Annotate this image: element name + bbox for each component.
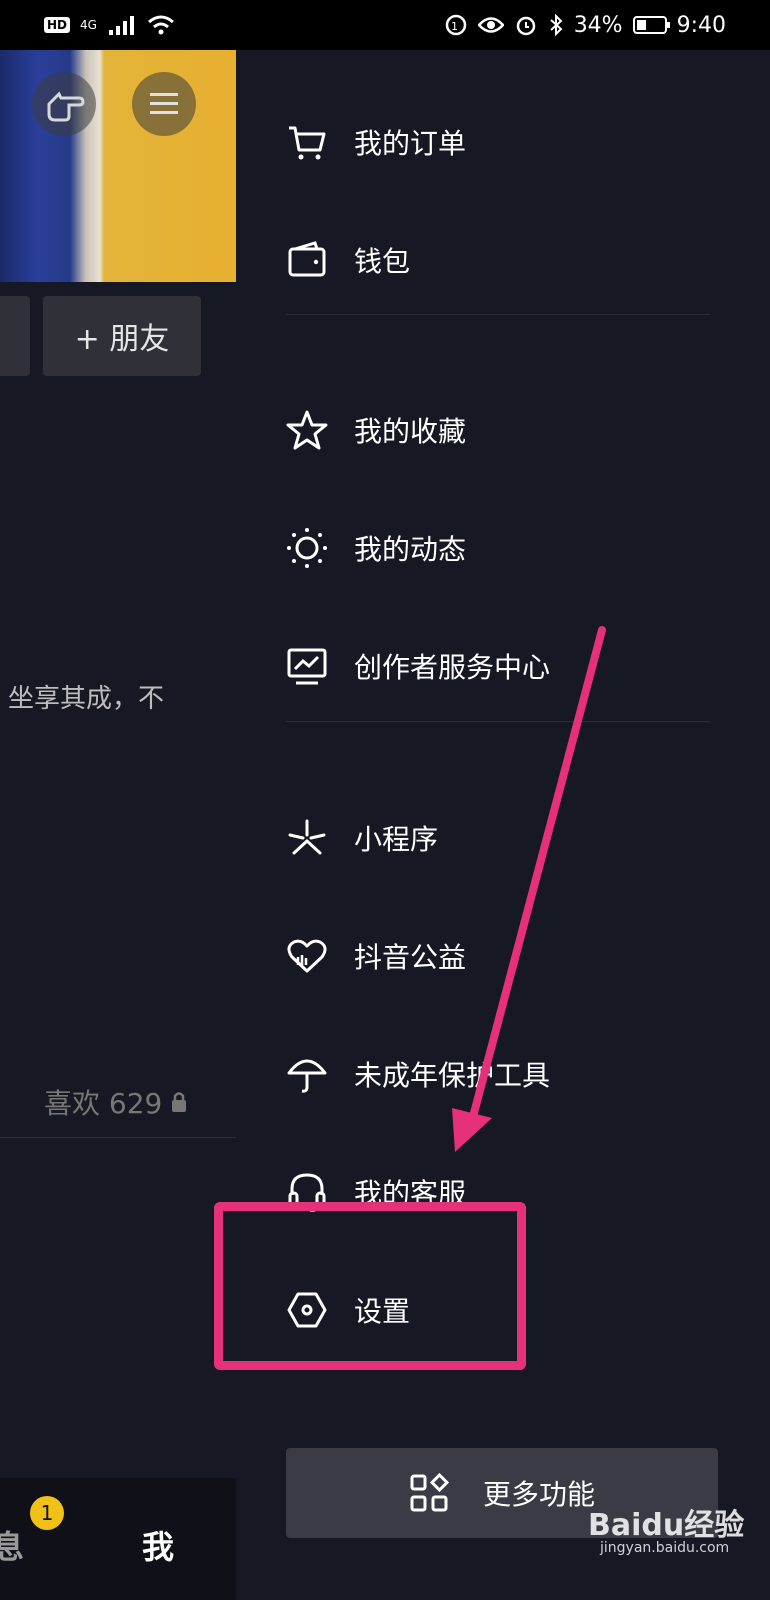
star-icon: [286, 409, 328, 451]
signal-icon: [108, 16, 134, 35]
umbrella-icon: [286, 1053, 328, 1095]
menu-item-minor-protection[interactable]: 未成年保护工具: [286, 1044, 706, 1104]
more-features-label: 更多功能: [482, 1478, 595, 1511]
menu-item-moments[interactable]: 我的动态: [286, 518, 706, 578]
menu-item-label: 我的动态: [354, 533, 467, 566]
menu-item-label: 创作者服务中心: [354, 651, 551, 684]
menu-item-label: 未成年保护工具: [354, 1059, 551, 1092]
watermark-brand: Baidu经验: [588, 1508, 745, 1543]
svg-text:1: 1: [451, 20, 458, 33]
asterisk-icon: [286, 817, 328, 859]
wifi-icon: [147, 15, 174, 35]
bottom-navigation: 息 1 我: [0, 1478, 236, 1600]
menu-divider: [286, 721, 710, 722]
menu-button[interactable]: [132, 72, 196, 136]
divider: [0, 1137, 236, 1138]
hamburger-icon: [150, 93, 178, 114]
menu-item-label: 我的收藏: [354, 415, 467, 448]
clock: 9:40: [676, 12, 726, 38]
bluetooth-icon: [550, 13, 563, 37]
alarm-icon: [516, 16, 535, 36]
eye-icon: [477, 17, 504, 33]
profile-cover-image: [0, 50, 236, 282]
cart-icon: [286, 121, 328, 163]
heart-icon: [286, 935, 328, 977]
status-right: 1 34% 9:40: [444, 13, 726, 38]
menu-item-wallet[interactable]: 钱包: [286, 230, 706, 290]
menu-item-orders[interactable]: 我的订单: [286, 112, 706, 172]
wallet-icon: [286, 239, 328, 281]
menu-item-label: 小程序: [354, 823, 439, 856]
menu-item-creator-center[interactable]: 创作者服务中心: [286, 636, 706, 696]
network-type: 4G: [80, 18, 97, 32]
nav-messages[interactable]: 息: [0, 1522, 24, 1568]
menu-item-charity[interactable]: 抖音公益: [286, 926, 706, 986]
baidu-watermark: Baidu经验 jingyan.baidu.com: [588, 1500, 745, 1556]
menu-item-favorites[interactable]: 我的收藏: [286, 400, 706, 460]
profile-background: + 朋友 坐享其成，不 喜欢 629 息 1 我: [0, 50, 236, 1600]
sun-icon: [286, 527, 328, 569]
monitor-chart-icon: [286, 645, 328, 687]
status-bar: HD 4G 1 34% 9:40: [0, 0, 770, 50]
menu-item-label: 抖音公益: [354, 941, 467, 974]
menu-item-label: 我的订单: [354, 127, 467, 160]
share-button[interactable]: [32, 72, 96, 136]
menu-item-label: 钱包: [354, 245, 411, 278]
profile-bio: 坐享其成，不: [8, 684, 165, 714]
hand-point-icon: [47, 91, 85, 122]
data-saver-icon: 1: [445, 14, 466, 36]
highlight-box: [214, 1202, 526, 1370]
grid-apps-icon: [410, 1473, 449, 1512]
hd-indicator: HD: [44, 17, 71, 33]
status-left: HD 4G: [44, 14, 175, 36]
nav-me[interactable]: 我: [142, 1522, 174, 1568]
menu-item-mini-programs[interactable]: 小程序: [286, 808, 706, 868]
add-friend-button[interactable]: + 朋友: [43, 296, 201, 376]
likes-label: 喜欢 629: [44, 1087, 163, 1120]
likes-tab[interactable]: 喜欢 629: [44, 1082, 188, 1122]
battery-percent: 34%: [573, 12, 623, 38]
lock-icon: [172, 1092, 187, 1112]
edit-profile-button[interactable]: [0, 296, 30, 376]
menu-divider: [286, 314, 710, 315]
watermark-url: jingyan.baidu.com: [600, 1540, 730, 1556]
message-badge: 1: [30, 1496, 64, 1530]
battery-icon: [632, 16, 670, 34]
